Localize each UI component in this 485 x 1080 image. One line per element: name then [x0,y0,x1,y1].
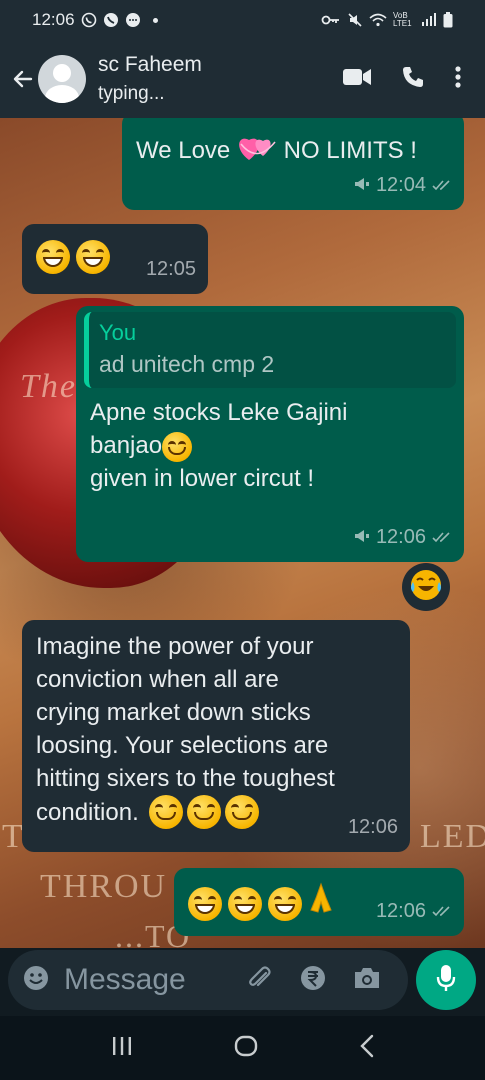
grinning-face-icon [228,886,262,921]
double-check-icon [432,521,452,554]
grinning-face-icon [268,886,302,921]
emoji-icon[interactable] [22,964,50,997]
whatsapp-icon [81,12,97,28]
home-icon[interactable] [234,1034,258,1063]
message-text: conviction when all are [36,666,279,693]
message-text: condition. [36,798,139,826]
message-text: Apne stocks Leke Gajini [90,399,348,426]
smiling-face-icon [148,795,183,829]
message-meta: 12:06 [376,895,452,928]
smiling-face-icon [224,795,259,829]
message-bubble-outgoing[interactable]: We Love NO LIMITS ! 12:04 [122,118,464,210]
message-composer [0,948,485,1016]
camera-icon[interactable] [353,966,381,995]
message-text: banjao [90,432,163,459]
voice-record-button[interactable] [416,950,476,1010]
message-text: hitting sixers to the toughest [36,765,335,792]
message-time: 12:06 [375,900,426,922]
wallpaper-text: THROU [40,868,168,905]
message-bubble-incoming[interactable]: Imagine the power of your conviction whe… [22,620,410,852]
contact-status: typing... [98,83,165,104]
network-label: VoB LTE1 [393,11,412,28]
grinning-face-icon [36,240,70,274]
signal-icon [421,13,437,27]
notification-dot-icon [152,17,158,23]
folded-hands-icon [308,882,334,925]
smiling-face-icon [186,795,221,829]
phone-call-icon [103,12,119,28]
video-call-icon[interactable] [343,67,371,92]
message-input[interactable] [64,963,239,997]
wallpaper-text: The [20,368,77,405]
system-navigation-bar [0,1016,485,1080]
broadcast-icon [354,521,370,554]
message-text: Imagine the power of your [36,633,314,660]
double-check-icon [432,895,452,928]
message-time: 12:04 [375,174,426,196]
quote-text: ad unitech cmp 2 [99,351,275,377]
quote-author: You [99,320,137,345]
message-meta: 12:06 [348,811,398,844]
chat-bubble-icon [125,12,141,28]
grinning-face-icon [188,886,222,921]
recent-apps-icon[interactable] [111,1036,133,1061]
microphone-icon [436,964,456,997]
more-options-icon[interactable] [455,65,461,94]
back-arrow-icon[interactable] [8,59,38,99]
smiling-face-icon [162,431,193,462]
message-text: crying market down sticks [36,699,311,726]
message-input-container[interactable] [8,950,408,1010]
sparkling-heart-icon [237,130,277,173]
message-bubble-outgoing[interactable]: 12:06 [174,868,464,936]
message-reaction[interactable] [402,563,450,611]
message-time: 12:05 [145,258,196,280]
double-check-icon [432,169,452,202]
message-meta: 12:05 [146,253,196,286]
attach-icon[interactable] [247,965,273,996]
mute-icon [347,12,363,28]
message-bubble-outgoing[interactable]: You ad unitech cmp 2 Apne stocks Leke Ga… [76,306,464,562]
battery-icon [443,12,453,28]
message-meta: 12:06 [354,521,452,554]
contact-avatar[interactable] [38,55,86,103]
message-meta: 12:04 [354,169,452,202]
message-text: We Love [136,136,231,164]
message-time: 12:06 [347,816,398,838]
contact-name: sc Faheem [98,53,202,76]
voice-call-icon[interactable] [401,65,425,94]
rupee-payment-icon[interactable] [299,964,327,997]
chat-header: sc Faheem typing... [0,40,485,118]
status-bar: 12:06 VoB LTE1 [0,0,485,40]
wallpaper-text: LED [420,818,485,855]
chat-area[interactable]: The THROU ...TO LED T We Love NO LIMITS … [0,118,485,948]
message-text: given in lower circut ! [90,465,315,492]
face-with-tears-of-joy-icon [409,568,443,607]
contact-info[interactable]: sc Faheem typing... [98,53,202,105]
quoted-message[interactable]: You ad unitech cmp 2 [84,312,456,388]
broadcast-icon [354,169,370,202]
status-time: 12:06 [32,10,75,29]
message-bubble-incoming[interactable]: 12:05 [22,224,208,294]
key-icon [321,14,341,26]
message-text: loosing. Your selections are [36,732,329,759]
back-nav-icon[interactable] [359,1034,375,1063]
message-text: NO LIMITS ! [283,136,417,164]
message-time: 12:06 [375,526,426,548]
grinning-face-icon [76,240,110,274]
wifi-icon [369,13,387,27]
